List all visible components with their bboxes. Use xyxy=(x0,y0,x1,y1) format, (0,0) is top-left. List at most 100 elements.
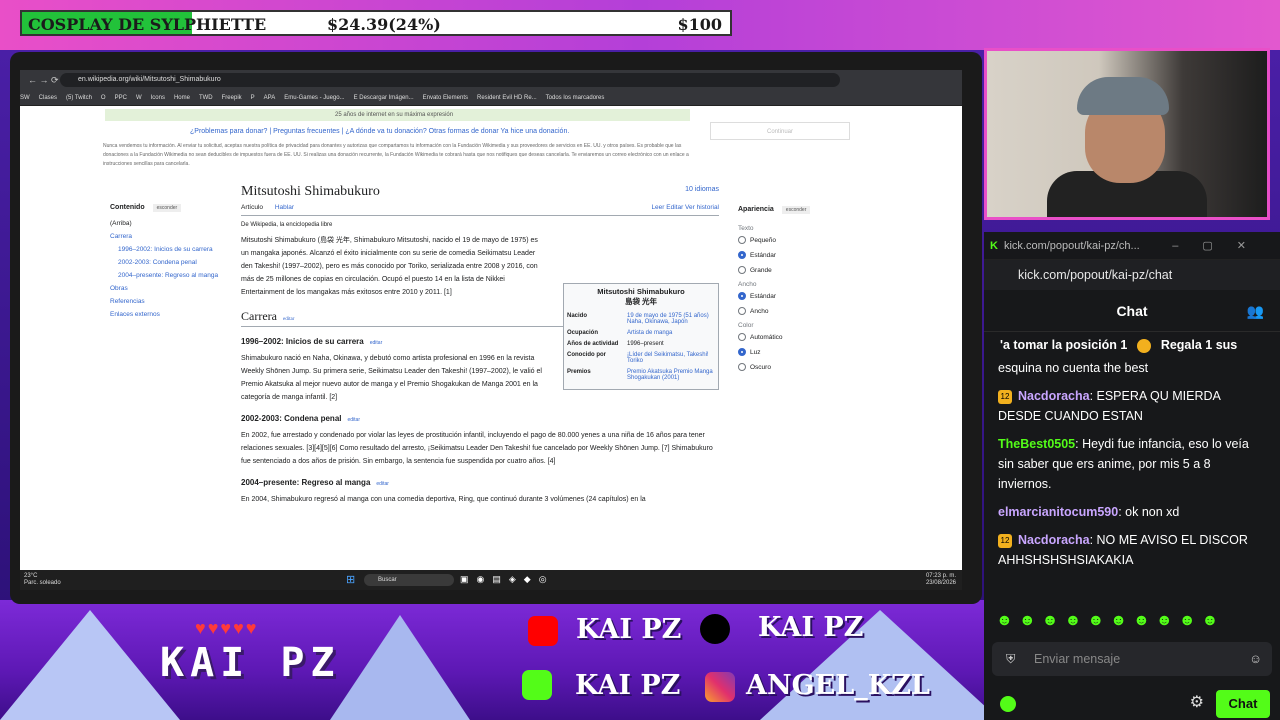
webcam-person-cap xyxy=(1077,77,1169,115)
chat-username[interactable]: TheBest0505 xyxy=(998,437,1075,451)
bookmark-item[interactable]: Resident Evil HD Re... xyxy=(477,95,537,101)
article-tabs: Artículo Hablar Leer Editar Ver historia… xyxy=(241,204,719,216)
url-field[interactable]: en.wikipedia.org/wiki/Mitsutoshi_Shimabu… xyxy=(60,73,840,87)
radio-icon[interactable] xyxy=(738,266,746,274)
bookmark-item[interactable]: E Descargar Imágen... xyxy=(354,95,414,101)
paragraph-2004: En 2004, Shimabukuro regresó al manga co… xyxy=(241,496,646,503)
radio-icon[interactable] xyxy=(738,292,746,300)
radio-label: Automático xyxy=(750,333,783,341)
chat-input[interactable]: ⛨ Enviar mensaje ☺ xyxy=(992,642,1272,676)
bookmark-item[interactable]: SW xyxy=(20,95,30,101)
infobox-value[interactable]: ¡Líder del Seikimatsu, Takeshi! Toriko xyxy=(627,352,715,364)
toc-item[interactable]: 1996–2002: Inicios de su carrera xyxy=(118,246,230,253)
hearts-decoration: ♥♥♥♥♥ xyxy=(195,618,259,638)
chat-username[interactable]: elmarcianitocum590 xyxy=(998,505,1118,519)
bookmark-item[interactable]: W xyxy=(136,95,142,101)
chat-username[interactable]: Nacdoracha xyxy=(1018,533,1090,547)
tab-article[interactable]: Artículo xyxy=(241,204,263,211)
pinned-text-left: 'a tomar la posición 1 xyxy=(1000,338,1128,352)
infobox-value[interactable]: 19 de mayo de 1975 (51 años) Naha, Okina… xyxy=(627,313,715,325)
toc-hide-button[interactable]: esconder xyxy=(152,204,182,212)
goal-amount: $24.39(24%) xyxy=(327,15,441,34)
clock-time: 07:23 p. m. xyxy=(925,573,956,579)
bookmark-item[interactable]: PPC xyxy=(115,95,127,101)
mountain-shape xyxy=(0,610,180,720)
infobox-title-jp: 島袋 光年 xyxy=(624,297,658,306)
bookmark-item[interactable]: Todos los marcadores xyxy=(546,95,605,101)
toc-item[interactable]: 2002-2003: Condena penal xyxy=(118,259,230,266)
edit-link[interactable]: editar xyxy=(370,340,383,346)
mountain-shape xyxy=(330,615,470,720)
continue-button[interactable]: Continuar xyxy=(710,122,850,140)
donation-goal-bar: COSPLAY DE SYLPHIETTE $24.39(24%) $100 xyxy=(20,10,732,36)
bookmark-item[interactable]: Emu-Games - Juego... xyxy=(284,95,344,101)
chat-message: 12 Nacdoracha: NO ME AVISO EL DISCOR AHHS… xyxy=(998,530,1266,570)
chat-message: esquina no cuenta the best xyxy=(998,358,1266,378)
bookmark-item[interactable]: (5) Twitch xyxy=(66,95,92,101)
donate-fine-print: Nunca vendemos tu información. Al enviar… xyxy=(103,143,689,167)
bookmark-item[interactable]: APA xyxy=(264,95,276,101)
bookmark-item[interactable]: TWD xyxy=(199,95,213,101)
radio-icon[interactable] xyxy=(738,307,746,315)
infobox-row: Conocido por ¡Líder del Seikimatsu, Takes… xyxy=(567,352,715,364)
edit-link[interactable]: editar xyxy=(283,317,294,322)
infobox-row: Nacido 19 de mayo de 1975 (51 años) Naha,… xyxy=(567,313,715,325)
toc-item[interactable]: (Arriba) xyxy=(110,220,230,227)
chat-url-bar[interactable]: kick.com/popout/kai-pz/chat xyxy=(984,260,1280,290)
chat-username[interactable]: Nacdoracha xyxy=(1018,389,1090,403)
toc-item[interactable]: Obras xyxy=(110,285,230,292)
radio-icon[interactable] xyxy=(738,348,746,356)
article-actions[interactable]: Leer Editar Ver historial xyxy=(651,204,719,211)
bookmark-item[interactable]: Icons xyxy=(151,95,165,101)
weather-widget[interactable]: 23°C Parc. soleado xyxy=(24,573,61,587)
languages-button[interactable]: 10 idiomas xyxy=(685,186,719,193)
radio-icon[interactable] xyxy=(738,363,746,371)
radio-icon[interactable] xyxy=(738,236,746,244)
bookmark-item[interactable]: O xyxy=(101,95,106,101)
heading-text: 1996–2002: Inicios de su carrera xyxy=(241,337,364,346)
users-icon[interactable]: 👥 xyxy=(1247,290,1264,332)
toc-item[interactable]: Enlaces externos xyxy=(110,311,230,318)
chat-messages: esquina no cuenta the best 12 Nacdoracha: … xyxy=(984,358,1280,570)
windows-start-icon[interactable]: ⊞ xyxy=(346,573,355,586)
bookmark-item[interactable]: P xyxy=(251,95,255,101)
gear-icon[interactable]: ⚙ xyxy=(1190,692,1204,712)
bookmark-item[interactable]: Clases xyxy=(39,95,57,101)
bookmark-item[interactable]: Envato Elements xyxy=(423,95,468,101)
send-chat-button[interactable]: Chat xyxy=(1216,690,1270,718)
toc-item[interactable]: Carrera xyxy=(110,233,230,240)
toc-heading: Contenido xyxy=(110,204,145,211)
pinned-bar: 'a tomar la posición 1 Regala 1 sus xyxy=(984,332,1280,358)
taskbar-search[interactable]: Buscar xyxy=(364,574,454,586)
emoji-icon[interactable]: ☺ xyxy=(1249,642,1262,676)
toc-item[interactable]: Referencias xyxy=(110,298,230,305)
gift-coin-icon xyxy=(1137,338,1152,353)
taskbar-clock[interactable]: 07:23 p. m. 23/08/2026 xyxy=(926,573,956,587)
tab-talk[interactable]: Hablar xyxy=(275,204,294,211)
appearance-group-label: Color xyxy=(738,322,754,329)
browser-address-bar: ← → ⟳ en.wikipedia.org/wiki/Mitsutoshi_S… xyxy=(20,70,962,90)
infobox-value[interactable]: Artista de manga xyxy=(627,330,715,336)
kick-handle: KAI PZ xyxy=(575,670,681,701)
radio-icon[interactable] xyxy=(738,333,746,341)
chat-text: esquina no cuenta the best xyxy=(998,361,1149,375)
youtube-icon xyxy=(528,616,558,646)
goal-title: COSPLAY DE SYLPHIETTE xyxy=(28,15,267,34)
shield-icon[interactable]: ⛨ xyxy=(1006,642,1015,676)
kick-logo-icon[interactable] xyxy=(1000,696,1016,712)
emote-bar[interactable]: ☻☻☻☻☻☻☻☻☻☻ xyxy=(996,612,1224,630)
toc-item[interactable]: 2004–presente: Regreso al manga xyxy=(118,272,230,279)
edit-link[interactable]: editar xyxy=(376,481,389,487)
appearance-hide-button[interactable]: esconder xyxy=(781,206,811,214)
edit-link[interactable]: editar xyxy=(347,417,360,423)
donate-links[interactable]: ¿Problemas para donar? | Preguntas frecu… xyxy=(190,128,569,135)
nav-arrows-icon[interactable]: ← → ⟳ xyxy=(28,75,59,86)
radio-label: Estándar xyxy=(750,292,777,300)
taskbar-app-icons[interactable]: ▣◉▤◈◆◎ xyxy=(460,574,555,585)
infobox-value[interactable]: Premio Akatsuka Premio Manga Shogakukan … xyxy=(627,369,715,381)
bookmark-item[interactable]: Freepik xyxy=(222,95,242,101)
infobox-key: Nacido xyxy=(567,313,588,319)
window-controls-icon[interactable]: –▢✕ xyxy=(1172,239,1270,252)
bookmark-item[interactable]: Home xyxy=(174,95,190,101)
radio-icon[interactable] xyxy=(738,251,746,259)
